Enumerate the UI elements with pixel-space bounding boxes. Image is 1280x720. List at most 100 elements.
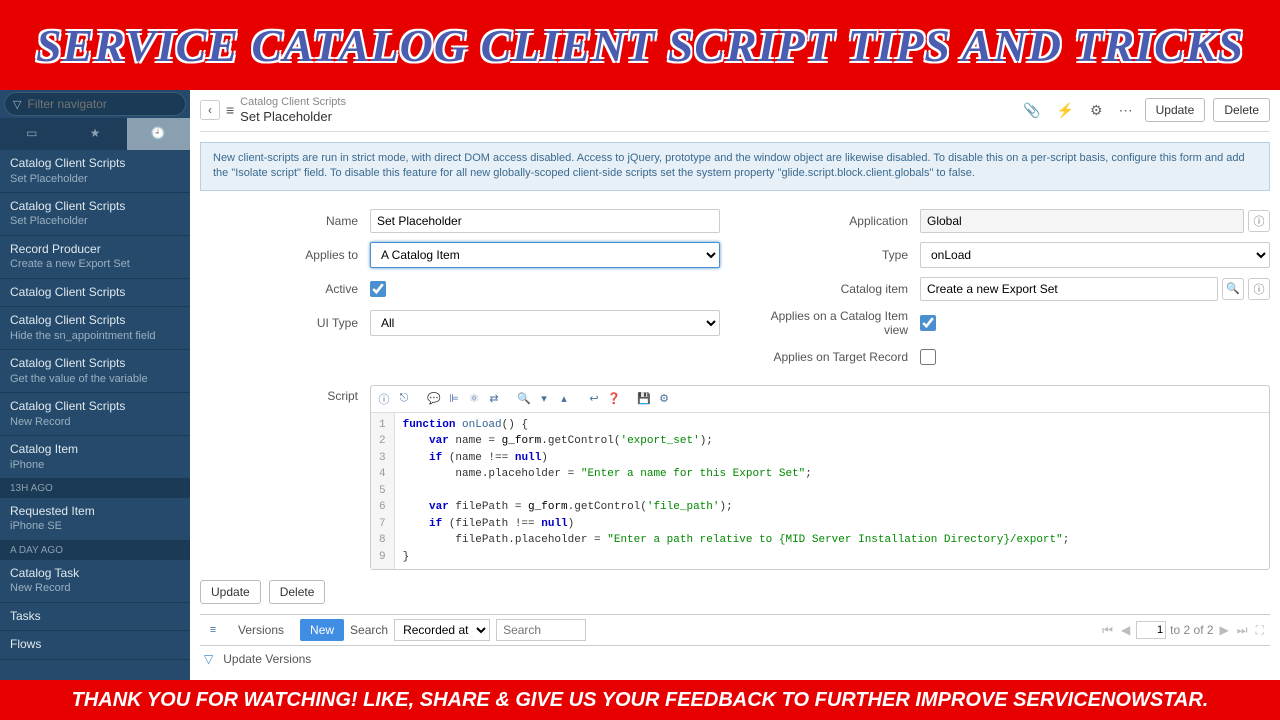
update-button[interactable]: Update [1145,98,1206,122]
page-total: to 2 of 2 [1170,623,1213,637]
nav-list: Catalog Client ScriptsSet Placeholder Ca… [0,150,190,680]
versions-table: ⚙ 🔍 ≡Name ≡Recorded at ≡State ≡Source ≡R… [200,672,1270,680]
nav-item[interactable]: Catalog Client ScriptsHide the sn_appoin… [0,307,190,350]
nav-section: A DAY AGO [0,541,190,560]
filter-navigator[interactable]: ▽ [4,92,186,116]
menu-icon[interactable]: ≡ [226,102,234,118]
script-editor: ⓘ ⎋ 💬 ⊫ ⚛ ⇄ 🔍 ▾ ▴ ↩ ❓ 💾 ⚙ [370,385,1270,571]
col-name[interactable]: ≡Name [253,672,588,680]
versions-tab[interactable]: Versions [228,619,294,641]
activity-icon[interactable]: ⚡ [1053,100,1078,121]
banner-bottom-text: THANK YOU FOR WATCHING! LIKE, SHARE & GI… [72,689,1209,712]
list-menu-icon[interactable]: ≡ [204,621,222,639]
col-state[interactable]: ≡State [704,672,767,680]
update-button[interactable]: Update [200,580,261,604]
applies-target-checkbox[interactable] [920,349,936,365]
nav-item[interactable]: Catalog ItemiPhone [0,436,190,479]
up-icon[interactable]: ▴ [555,390,573,408]
col-recorded[interactable]: ≡Recorded at [588,672,704,680]
catalog-item-input[interactable] [920,277,1218,301]
application-label: Application [750,214,920,228]
attachment-icon[interactable]: 📎 [1019,100,1044,121]
lookup-icon[interactable]: 🔍 [1222,278,1244,300]
header-supertitle: Catalog Client Scripts [240,96,1013,109]
nav-item[interactable]: Tasks [0,603,190,632]
info-icon[interactable]: ⓘ [375,390,393,408]
col-source[interactable]: ≡Source [767,672,1177,680]
save-icon[interactable]: 💾 [635,390,653,408]
type-select[interactable]: onLoad [920,242,1270,268]
header: ‹ ≡ Catalog Client Scripts Set Placehold… [200,90,1270,132]
replace-icon[interactable]: ⇄ [485,390,503,408]
down-icon[interactable]: ▾ [535,390,553,408]
type-label: Type [750,248,920,262]
form-buttons: Update Delete [200,580,1270,604]
search-field-select[interactable]: Recorded at [394,619,490,641]
delete-button[interactable]: Delete [269,580,326,604]
more-icon[interactable]: ⋯ [1115,100,1137,121]
tree-icon[interactable]: ⎋ [395,390,413,408]
banner-top-text: SERVICE CATALOG CLIENT SCRIPT TIPS AND T… [36,19,1244,72]
col-reverted[interactable]: ≡Reverted from [1177,672,1270,680]
next-page-icon[interactable]: ▶ [1218,623,1231,637]
nav-item[interactable]: Catalog Client Scripts [0,279,190,308]
script-label: Script [200,385,370,571]
expand-icon[interactable]: ⛶ [1254,623,1266,638]
format-icon[interactable]: ⊫ [445,390,463,408]
settings-icon[interactable]: ⚙ [1086,100,1107,121]
help-icon[interactable]: ❓ [605,390,623,408]
wrap-icon[interactable]: ↩ [585,390,603,408]
filter-input[interactable] [27,97,182,111]
nav-item[interactable]: Record ProducerCreate a new Export Set [0,236,190,279]
funnel-icon[interactable]: ▽ [204,652,213,666]
script-gutter: 123456789 [371,413,395,570]
name-input[interactable] [370,209,720,233]
page-input[interactable] [1136,621,1166,639]
nav-item[interactable]: Catalog TaskNew Record [0,560,190,603]
related-subhead: ▽ Update Versions [200,646,1270,672]
last-page-icon[interactable]: ⏭ [1235,623,1250,638]
applies-to-select[interactable]: A Catalog Item [370,242,720,268]
comment-icon[interactable]: 💬 [425,390,443,408]
info-icon[interactable]: ⓘ [1248,210,1270,232]
nav-section: 13H AGO [0,479,190,498]
info-icon[interactable]: ⓘ [1248,278,1270,300]
banner-bottom: THANK YOU FOR WATCHING! LIKE, SHARE & GI… [0,680,1280,720]
banner-top: SERVICE CATALOG CLIENT SCRIPT TIPS AND T… [0,0,1280,90]
active-label: Active [200,282,370,296]
ops-icon[interactable]: ⚛ [465,390,483,408]
nav-item[interactable]: Flows [0,631,190,660]
prev-page-icon[interactable]: ◀ [1119,623,1132,637]
nav-item[interactable]: Catalog Client ScriptsSet Placeholder [0,150,190,193]
info-box: New client-scripts are run in strict mod… [200,142,1270,191]
back-button[interactable]: ‹ [200,100,220,120]
nav-item[interactable]: Catalog Client ScriptsSet Placeholder [0,193,190,236]
nav-tab-apps[interactable]: ▭ [0,118,63,150]
nav-item[interactable]: Catalog Client ScriptsGet the value of t… [0,350,190,393]
nav-tab-favorites[interactable]: ★ [63,118,126,150]
delete-button[interactable]: Delete [1213,98,1270,122]
header-title: Set Placeholder [240,109,1013,125]
script-code[interactable]: 123456789 function onLoad() { var name =… [371,413,1269,570]
nav-item[interactable]: Requested ItemiPhone SE [0,498,190,541]
script-body[interactable]: function onLoad() { var name = g_form.ge… [395,413,1269,570]
form: Name Applies to A Catalog Item Active UI… [200,201,1270,377]
nav-tab-history[interactable]: 🕘 [127,118,190,150]
search-icon[interactable]: 🔍 [515,390,533,408]
funnel-icon: ▽ [13,98,21,111]
ui-type-select[interactable]: All [370,310,720,336]
nav-tabs: ▭ ★ 🕘 [0,118,190,150]
pager: ⏮ ◀ to 2 of 2 ▶ ⏭ ⛶ [1100,621,1266,639]
subhead-text: Update Versions [223,652,311,666]
applies-cat-view-checkbox[interactable] [920,315,936,331]
sidebar: ▽ ▭ ★ 🕘 Catalog Client ScriptsSet Placeh… [0,90,190,680]
script-toolbar: ⓘ ⎋ 💬 ⊫ ⚛ ⇄ 🔍 ▾ ▴ ↩ ❓ 💾 ⚙ [371,386,1269,413]
search-input[interactable] [496,619,586,641]
active-checkbox[interactable] [370,281,386,297]
new-button[interactable]: New [300,619,344,641]
first-page-icon[interactable]: ⏮ [1100,623,1115,638]
header-titles: Catalog Client Scripts Set Placeholder [240,96,1013,125]
nav-item[interactable]: Catalog Client ScriptsNew Record [0,393,190,436]
toggle-icon[interactable]: ⚙ [655,390,673,408]
header-actions: 📎 ⚡ ⚙ ⋯ Update Delete [1019,98,1270,122]
